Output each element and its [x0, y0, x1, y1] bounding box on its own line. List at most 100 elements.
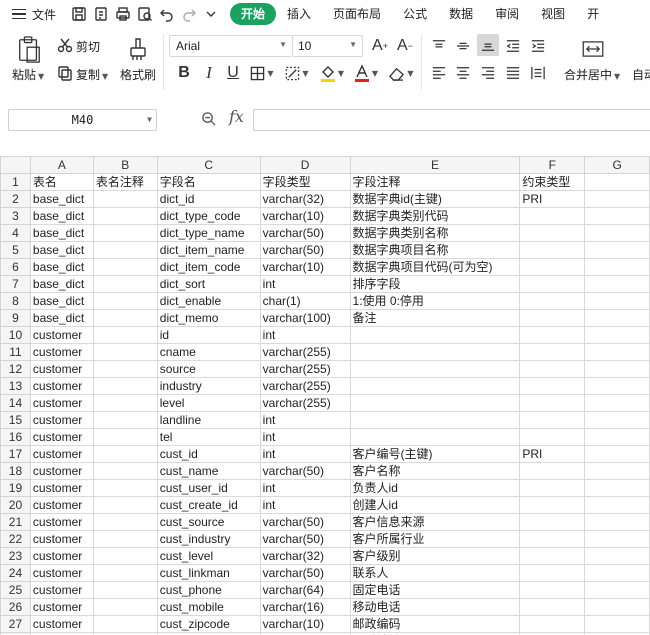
cell[interactable]: [519, 496, 586, 514]
cell[interactable]: [92, 547, 158, 565]
cell[interactable]: customer: [29, 326, 94, 344]
cell[interactable]: [519, 241, 586, 259]
cell[interactable]: int: [259, 411, 351, 429]
cell[interactable]: base_dict: [29, 190, 94, 208]
cell[interactable]: 联系人: [349, 564, 521, 582]
cell[interactable]: varchar(16): [259, 598, 351, 616]
cell[interactable]: varchar(100): [259, 309, 351, 327]
column-header[interactable]: E: [349, 156, 521, 174]
row-header[interactable]: 1: [0, 173, 31, 191]
cell[interactable]: PRI: [519, 190, 586, 208]
align-right-icon[interactable]: [480, 65, 496, 81]
cell[interactable]: cust_zipcode: [156, 615, 261, 633]
cut-button[interactable]: 剪切: [76, 38, 100, 55]
cell[interactable]: [584, 377, 650, 395]
fx-icon[interactable]: fx: [229, 107, 244, 126]
row-header[interactable]: 4: [0, 224, 31, 242]
row-header[interactable]: 14: [0, 394, 31, 412]
column-header[interactable]: A: [29, 156, 94, 174]
cell[interactable]: [92, 190, 158, 208]
row-header[interactable]: 9: [0, 309, 31, 327]
cell[interactable]: base_dict: [29, 258, 94, 276]
column-header[interactable]: C: [156, 156, 261, 174]
cell[interactable]: 约束类型: [519, 173, 586, 191]
italic-icon[interactable]: I: [199, 62, 219, 84]
row-header[interactable]: 20: [0, 496, 31, 514]
row-header[interactable]: 23: [0, 547, 31, 565]
cell[interactable]: 字段类型: [259, 173, 351, 191]
cell[interactable]: varchar(50): [259, 530, 351, 548]
cell[interactable]: int: [259, 496, 351, 514]
cell[interactable]: [584, 258, 650, 276]
paste-icon[interactable]: [14, 34, 44, 66]
cell[interactable]: [519, 394, 586, 412]
print-icon[interactable]: [112, 3, 134, 25]
cell[interactable]: dict_enable: [156, 292, 261, 310]
cell[interactable]: cust_linkman: [156, 564, 261, 582]
cell[interactable]: [584, 615, 650, 633]
format-painter-button[interactable]: 格式刷: [120, 66, 156, 83]
cell[interactable]: dict_item_name: [156, 241, 261, 259]
cell[interactable]: cname: [156, 343, 261, 361]
cell[interactable]: [519, 309, 586, 327]
cell[interactable]: [349, 326, 521, 344]
cell[interactable]: customer: [29, 547, 94, 565]
align-center-icon[interactable]: [455, 65, 471, 81]
cell[interactable]: PRI: [519, 445, 586, 463]
print-preview-icon[interactable]: [134, 3, 156, 25]
row-header[interactable]: 3: [0, 207, 31, 225]
cell[interactable]: dict_item_code: [156, 258, 261, 276]
cell[interactable]: [349, 360, 521, 378]
decrease-indent-icon[interactable]: [505, 38, 521, 54]
tab-insert[interactable]: 插入: [276, 3, 322, 25]
cell[interactable]: 表名注释: [92, 173, 158, 191]
cell[interactable]: [584, 309, 650, 327]
cell[interactable]: 数据字典id(主键): [349, 190, 521, 208]
cell[interactable]: cust_level: [156, 547, 261, 565]
distributed-align-icon[interactable]: [530, 65, 546, 81]
cell[interactable]: customer: [29, 343, 94, 361]
cell[interactable]: base_dict: [29, 275, 94, 293]
cell[interactable]: base_dict: [29, 241, 94, 259]
file-menu[interactable]: 文件: [32, 6, 56, 23]
cell[interactable]: [519, 326, 586, 344]
name-box[interactable]: M40 ▼: [8, 109, 157, 131]
cell[interactable]: [584, 360, 650, 378]
decrease-font-size-icon[interactable]: A −: [395, 36, 415, 56]
row-header[interactable]: 13: [0, 377, 31, 395]
cell[interactable]: cust_name: [156, 462, 261, 480]
cell[interactable]: 排序字段: [349, 275, 521, 293]
cell[interactable]: [519, 513, 586, 531]
menu-icon[interactable]: [12, 8, 26, 20]
cell[interactable]: [349, 428, 521, 446]
cell[interactable]: [92, 377, 158, 395]
cell[interactable]: [92, 241, 158, 259]
cell[interactable]: [349, 343, 521, 361]
cell[interactable]: varchar(50): [259, 241, 351, 259]
cell[interactable]: 邮政编码: [349, 615, 521, 633]
cell[interactable]: customer: [29, 394, 94, 412]
cell[interactable]: dict_type_name: [156, 224, 261, 242]
cell[interactable]: [92, 530, 158, 548]
cell[interactable]: customer: [29, 479, 94, 497]
cell[interactable]: int: [259, 445, 351, 463]
cell[interactable]: [584, 394, 650, 412]
copy-icon[interactable]: [56, 64, 74, 82]
cell[interactable]: varchar(32): [259, 547, 351, 565]
cell[interactable]: cust_create_id: [156, 496, 261, 514]
row-header[interactable]: 26: [0, 598, 31, 616]
cell[interactable]: [584, 564, 650, 582]
column-header[interactable]: F: [519, 156, 586, 174]
cell[interactable]: [519, 598, 586, 616]
row-header[interactable]: 6: [0, 258, 31, 276]
cell[interactable]: varchar(10): [259, 615, 351, 633]
tab-review[interactable]: 审阅: [484, 3, 530, 25]
cell[interactable]: [584, 275, 650, 293]
bold-icon[interactable]: B: [174, 62, 194, 84]
undo-icon[interactable]: [156, 3, 178, 25]
cell[interactable]: 数据字典类别代码: [349, 207, 521, 225]
cell[interactable]: [519, 615, 586, 633]
align-top-icon[interactable]: [431, 38, 447, 54]
cell[interactable]: [349, 394, 521, 412]
cell[interactable]: [519, 292, 586, 310]
